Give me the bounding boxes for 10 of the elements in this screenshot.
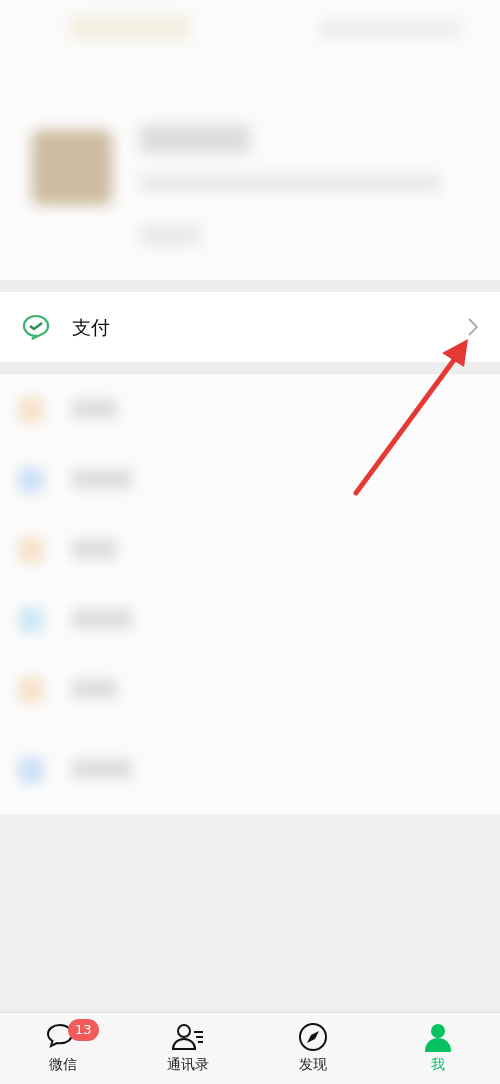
wallet-check-icon (22, 314, 50, 340)
menu-label: 支付 (72, 314, 110, 340)
compass-icon (297, 1022, 328, 1052)
tab-bar-item[interactable]: 微信 13 (0, 1013, 125, 1084)
chevron-right-icon (468, 318, 478, 336)
contacts-icon (169, 1022, 206, 1052)
unread-badge: 13 (68, 1019, 99, 1041)
tab-bar-item[interactable]: 发现 (250, 1013, 375, 1084)
tab-bar-item[interactable]: 通讯录 (125, 1013, 250, 1084)
person-icon (422, 1022, 453, 1052)
